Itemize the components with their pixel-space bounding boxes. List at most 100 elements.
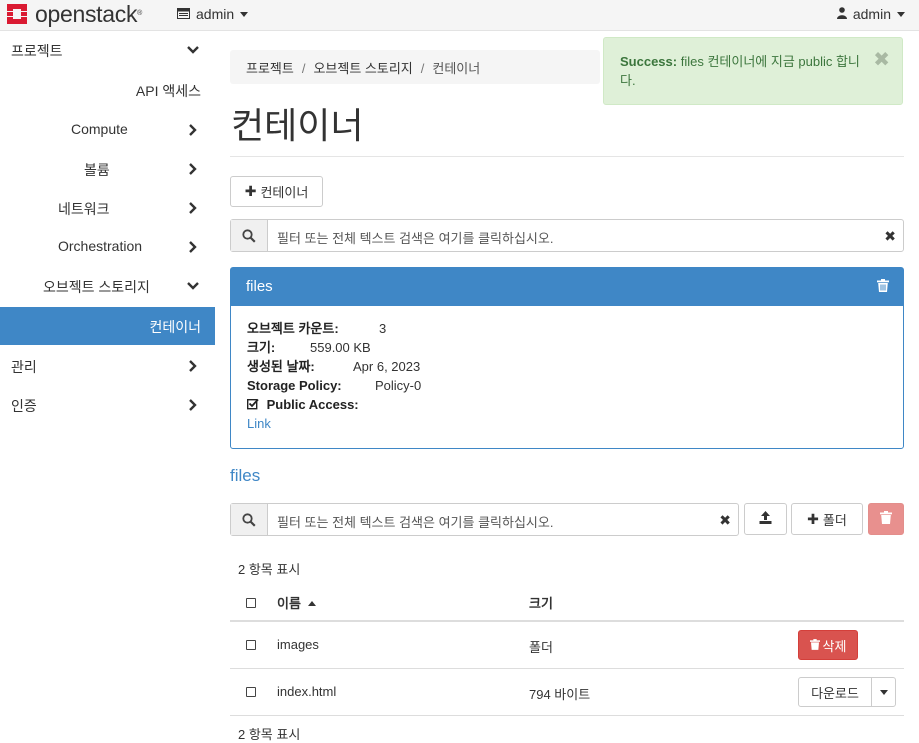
plus-icon: ✚	[244, 183, 257, 199]
container-detail-panel: files 오브젝트 카운트: 3 크기: 559.00 KB 생성된 날짜: …	[230, 267, 904, 449]
object-count-value: 3	[379, 321, 387, 336]
size-label: 크기:	[247, 340, 276, 355]
sort-asc-icon	[307, 601, 316, 606]
openstack-logo[interactable]: openstack®	[4, 0, 142, 28]
create-folder-label: 폴더	[822, 512, 847, 528]
storage-policy-row: Storage Policy: Policy-0	[247, 376, 887, 395]
project-label: admin	[196, 6, 235, 22]
public-link[interactable]: Link	[247, 416, 271, 431]
breadcrumb-item-project[interactable]: 프로젝트	[246, 61, 294, 76]
row-checkbox[interactable]	[246, 640, 256, 650]
user-label: admin	[852, 6, 891, 22]
upload-button[interactable]	[744, 503, 787, 535]
chevron-right-icon	[189, 202, 197, 214]
sidebar-item-label: Orchestration	[58, 238, 143, 254]
chevron-right-icon	[189, 241, 197, 253]
sidebar-item-label: Compute	[71, 121, 128, 137]
container-panel-header[interactable]: files	[231, 268, 903, 306]
object-count-label: 오브젝트 카운트:	[247, 321, 339, 336]
clear-icon[interactable]: ✖	[884, 228, 896, 245]
storage-policy-label: Storage Policy:	[247, 378, 342, 393]
items-count-top: 2 항목 표시	[238, 562, 301, 577]
sidebar-item-containers[interactable]: 컨테이너	[0, 307, 215, 345]
sidebar-item-label: 관리	[11, 359, 37, 375]
search-icon	[231, 504, 268, 535]
project-selector[interactable]: admin	[177, 0, 249, 28]
storage-policy-value: Policy-0	[375, 378, 422, 393]
delete-label: 삭제	[822, 638, 847, 654]
row-divider	[230, 668, 904, 669]
add-container-button[interactable]: ✚ 컨테이너	[230, 176, 323, 207]
trash-icon	[809, 638, 820, 653]
sidebar-item-compute[interactable]: Compute	[0, 111, 215, 149]
brand-name: openstack®	[35, 1, 143, 27]
delete-folder-button[interactable]: 삭제	[798, 630, 858, 660]
add-container-label: 컨테이너	[260, 185, 309, 200]
size-value: 559.00 KB	[310, 340, 371, 355]
public-link-row: Link	[247, 414, 887, 433]
download-label: 다운로드	[811, 685, 859, 701]
trash-icon[interactable]	[877, 279, 889, 296]
select-all-checkbox[interactable]	[246, 598, 256, 608]
sidebar-item-label: 네트워크	[58, 201, 110, 217]
object-search: 필터 또는 전체 텍스트 검색은 여기를 클릭하십시오. ✖	[230, 503, 739, 536]
object-size: 폴더	[529, 640, 553, 655]
object-name: index.html	[277, 684, 337, 699]
delete-selected-button[interactable]	[868, 503, 904, 535]
user-menu[interactable]: admin	[836, 0, 905, 28]
chevron-down-icon	[187, 46, 199, 54]
clear-icon[interactable]: ✖	[719, 512, 731, 529]
sidebar-item-network[interactable]: 네트워크	[0, 189, 215, 227]
sidebar-item-orchestration[interactable]: Orchestration	[0, 228, 215, 266]
public-access-label: Public Access:	[266, 397, 359, 412]
success-alert: Success: files 컨테이너에 지금 public 합니다. ✖	[603, 37, 903, 105]
breadcrumb: 프로젝트 / 오브젝트 스토리지 / 컨테이너	[230, 50, 600, 84]
sidebar-item-label: API 액세스	[135, 83, 201, 99]
caret-down-icon	[240, 11, 249, 17]
download-button[interactable]: 다운로드	[798, 677, 872, 707]
sidebar-item-label: 인증	[11, 398, 37, 414]
sidebar-item-volumes[interactable]: 볼륨	[0, 150, 215, 188]
upload-icon	[759, 511, 772, 527]
created-row: 생성된 날짜: Apr 6, 2023	[247, 357, 887, 376]
sidebar-item-label: 볼륨	[84, 162, 110, 178]
public-access-row: Public Access:	[246, 395, 887, 414]
caret-down-icon	[897, 11, 905, 17]
container-name: files	[246, 278, 273, 295]
sidebar-item-label: 프로젝트	[11, 43, 63, 59]
top-navbar: openstack® admin admin	[0, 0, 919, 31]
close-icon[interactable]: ✖	[873, 50, 890, 70]
breadcrumb-item-object-storage[interactable]: 오브젝트 스토리지	[313, 61, 412, 76]
objects-section-title[interactable]: files	[230, 466, 260, 486]
sidebar-item-label: 오브젝트 스토리지	[43, 279, 150, 295]
column-header-name[interactable]: 이름	[277, 593, 316, 612]
row-divider	[230, 715, 904, 716]
sidebar-item-identity[interactable]: 인증	[0, 386, 215, 424]
sidebar-item-api-access[interactable]: API 액세스	[0, 71, 215, 109]
breadcrumb-separator: /	[301, 61, 306, 76]
row-actions-dropdown[interactable]	[871, 677, 896, 707]
row-checkbox[interactable]	[246, 687, 256, 697]
chevron-right-icon	[189, 124, 197, 136]
title-divider	[230, 156, 904, 157]
openstack-logo-icon	[4, 1, 30, 27]
header-divider	[230, 620, 904, 622]
container-search-input[interactable]: 필터 또는 전체 텍스트 검색은 여기를 클릭하십시오.	[277, 228, 553, 247]
caret-down-icon	[879, 689, 888, 695]
user-icon	[836, 6, 847, 22]
created-label: 생성된 날짜:	[247, 359, 315, 374]
object-name-link[interactable]: images	[277, 637, 319, 652]
sidebar-item-object-storage[interactable]: 오브젝트 스토리지	[0, 267, 215, 305]
object-search-input[interactable]: 필터 또는 전체 텍스트 검색은 여기를 클릭하십시오.	[277, 512, 553, 531]
sidebar-item-admin[interactable]: 관리	[0, 347, 215, 385]
container-panel-body: 오브젝트 카운트: 3 크기: 559.00 KB 생성된 날짜: Apr 6,…	[231, 306, 903, 446]
trash-icon	[880, 511, 892, 527]
size-row: 크기: 559.00 KB	[247, 338, 887, 357]
object-size: 794 바이트	[529, 687, 591, 702]
create-folder-button[interactable]: ✚ 폴더	[791, 503, 863, 535]
breadcrumb-separator: /	[420, 61, 425, 76]
sidebar-item-label: 컨테이너	[149, 319, 201, 335]
column-header-size[interactable]: 크기	[529, 593, 553, 612]
plus-icon: ✚	[807, 510, 819, 527]
sidebar-item-project[interactable]: 프로젝트	[0, 31, 215, 69]
